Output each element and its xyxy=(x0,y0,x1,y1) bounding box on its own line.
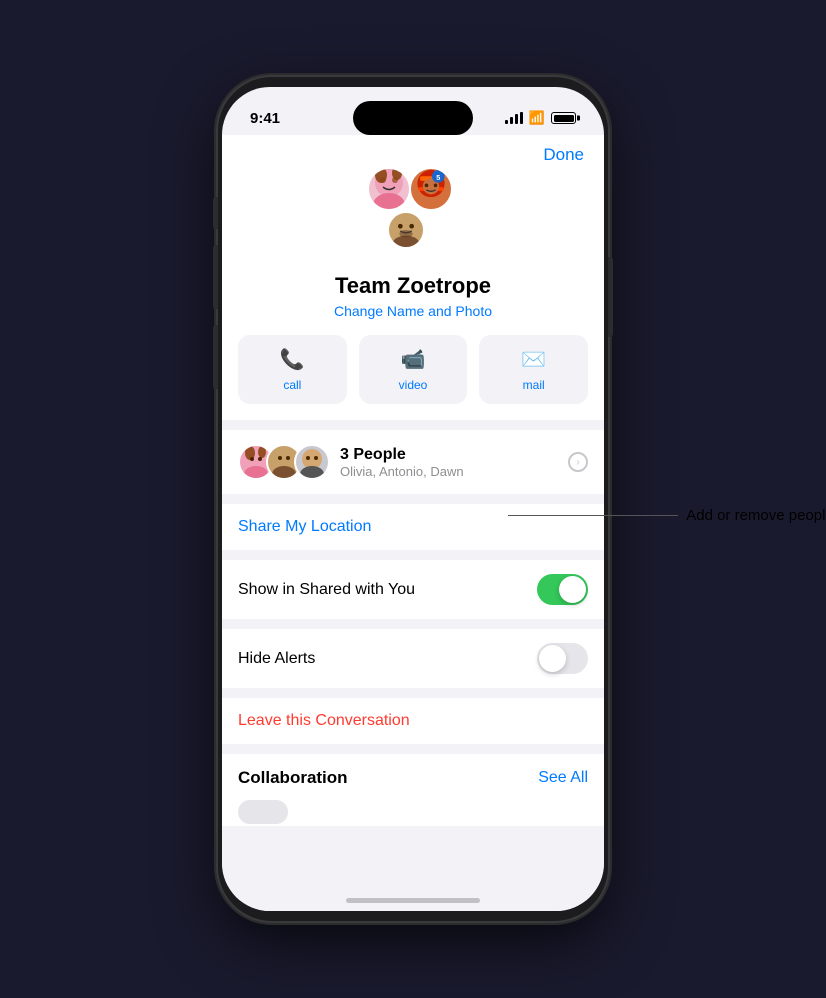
person-names: Olivia, Antonio, Dawn xyxy=(340,464,568,479)
call-button[interactable]: 📞 call xyxy=(238,335,347,404)
collaboration-partial xyxy=(222,796,604,826)
avatar-2: 5 xyxy=(409,167,453,211)
video-button[interactable]: 📹 video xyxy=(359,335,468,404)
shared-with-you-section: Show in Shared with You xyxy=(222,560,604,619)
toggle-knob xyxy=(559,576,586,603)
share-location-label: Share My Location xyxy=(238,518,371,536)
annotation-line xyxy=(508,515,678,516)
battery-icon xyxy=(551,112,576,124)
collaboration-section: Collaboration See All xyxy=(222,754,604,826)
chevron-right-icon[interactable]: › xyxy=(568,452,588,472)
video-icon: 📹 xyxy=(401,347,426,372)
person-count: 3 People xyxy=(340,446,568,464)
avatar-1 xyxy=(367,167,411,211)
collaboration-title: Collaboration xyxy=(238,768,348,788)
video-label: video xyxy=(399,378,428,392)
mail-icon: ✉️ xyxy=(521,347,546,372)
svg-text:5: 5 xyxy=(436,173,440,182)
group-avatar: 5 xyxy=(365,165,461,261)
leave-conversation-section: Leave this Conversation xyxy=(222,698,604,744)
call-label: call xyxy=(283,378,301,392)
leave-conversation-label: Leave this Conversation xyxy=(238,712,410,730)
leave-conversation-row[interactable]: Leave this Conversation xyxy=(222,698,604,744)
group-name: Team Zoetrope xyxy=(335,273,491,299)
person-info: 3 People Olivia, Antonio, Dawn xyxy=(340,446,568,479)
hide-alerts-toggle[interactable] xyxy=(537,643,588,674)
people-avatars xyxy=(238,444,330,480)
annotation: Add or remove people. xyxy=(508,507,826,524)
shared-with-you-row: Show in Shared with You xyxy=(222,560,604,619)
people-row[interactable]: 3 People Olivia, Antonio, Dawn › xyxy=(222,430,604,494)
status-time: 9:41 xyxy=(250,110,280,127)
mail-label: mail xyxy=(523,378,545,392)
dynamic-island xyxy=(353,101,473,135)
shared-with-you-toggle[interactable] xyxy=(537,574,588,605)
action-buttons-row: 📞 call 📹 video ✉️ mail xyxy=(222,335,604,420)
person-avatar-3 xyxy=(294,444,330,480)
home-indicator xyxy=(346,898,480,903)
collaboration-header: Collaboration See All xyxy=(222,754,604,796)
mail-button[interactable]: ✉️ mail xyxy=(479,335,588,404)
shared-with-you-label: Show in Shared with You xyxy=(238,581,537,599)
status-icons: 📶 xyxy=(505,110,576,126)
annotation-text: Add or remove people. xyxy=(686,507,826,524)
signal-icon xyxy=(505,112,523,124)
wifi-icon: 📶 xyxy=(529,110,545,126)
toggle-knob-2 xyxy=(539,645,566,672)
hide-alerts-section: Hide Alerts xyxy=(222,629,604,688)
see-all-link[interactable]: See All xyxy=(538,769,588,787)
group-header: 5 xyxy=(222,135,604,335)
avatar-3 xyxy=(387,211,425,249)
people-section: 3 People Olivia, Antonio, Dawn › xyxy=(222,430,604,494)
done-button[interactable]: Done xyxy=(543,145,584,165)
change-name-link[interactable]: Change Name and Photo xyxy=(334,303,492,319)
call-icon: 📞 xyxy=(280,347,305,372)
hide-alerts-label: Hide Alerts xyxy=(238,650,537,668)
hide-alerts-row: Hide Alerts xyxy=(222,629,604,688)
